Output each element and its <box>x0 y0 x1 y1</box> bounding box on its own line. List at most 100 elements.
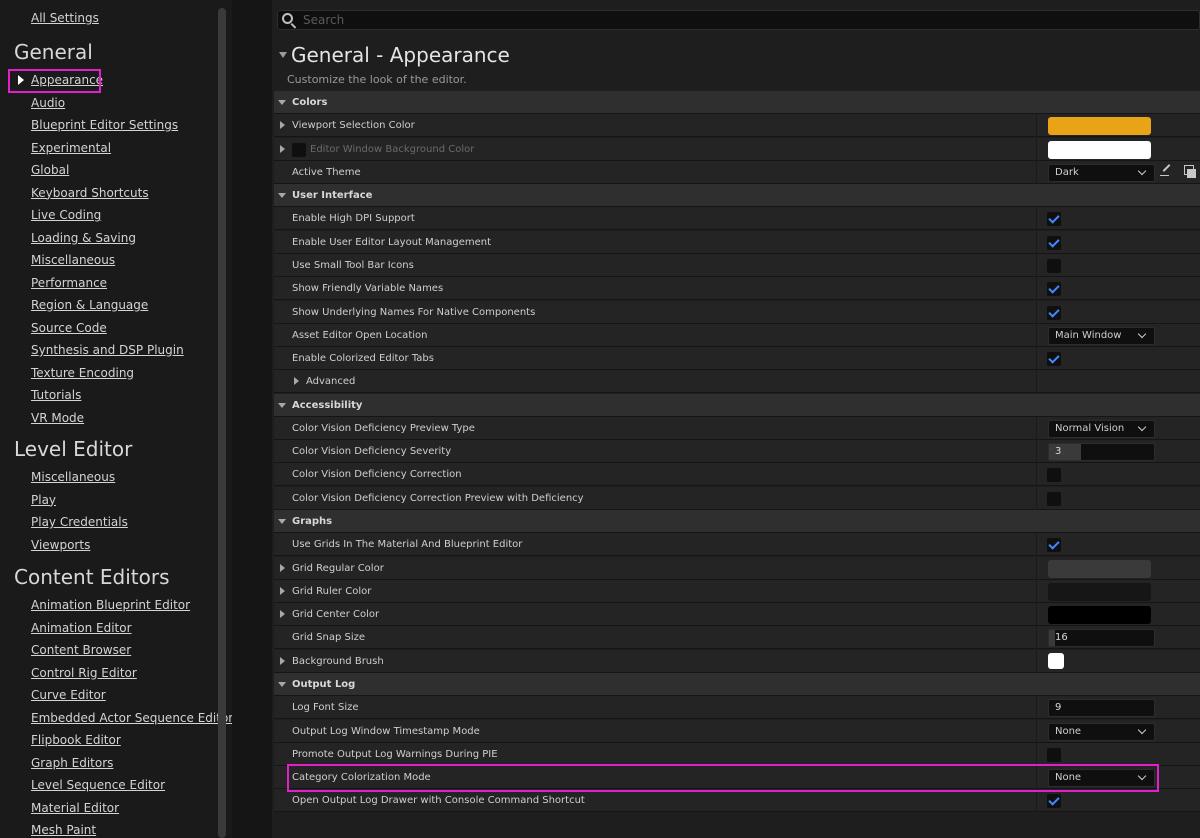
edit-pencil-base <box>1160 174 1169 176</box>
sidebar-item-texture-encoding[interactable]: Texture Encoding <box>31 364 134 382</box>
slider-fill <box>1049 444 1081 461</box>
enable-high-dpi-support-checkbox[interactable] <box>1047 212 1061 227</box>
edit-pencil-icon[interactable] <box>1162 163 1171 172</box>
column-divider <box>1036 742 1037 766</box>
grid-snap-size-slider[interactable]: 16 <box>1048 629 1155 648</box>
log-font-size-input[interactable]: 9 <box>1048 699 1155 718</box>
expand-arrow-icon[interactable] <box>280 656 285 665</box>
property-label: Grid Snap Size <box>292 632 366 644</box>
property-row-enable-high-dpi-support: Enable High DPI Support <box>274 207 1200 231</box>
search-placeholder: Search <box>303 13 345 27</box>
sidebar-item-live-coding[interactable]: Live Coding <box>31 206 101 224</box>
property-label: Colors <box>292 97 328 108</box>
category-output-log[interactable]: Output Log <box>274 673 1200 696</box>
sidebar-heading-general: General <box>14 40 93 64</box>
asset-editor-open-location-dropdown[interactable]: Main Window <box>1048 326 1155 345</box>
grid-ruler-color-swatch[interactable] <box>1048 582 1151 601</box>
grid-regular-color-swatch[interactable] <box>1048 559 1151 578</box>
sidebar-item-source-code[interactable]: Source Code <box>31 319 107 337</box>
grid-center-color-swatch[interactable] <box>1048 606 1151 625</box>
sidebar-scrollbar[interactable] <box>218 8 226 838</box>
chevron-down-icon <box>1137 329 1147 339</box>
sidebar-item-flipbook-editor[interactable]: Flipbook Editor <box>31 731 121 749</box>
expand-arrow-icon[interactable] <box>280 121 285 130</box>
category-colors[interactable]: Colors <box>274 91 1200 114</box>
background-brush-preview[interactable] <box>1048 652 1064 669</box>
expand-arrow-icon[interactable] <box>278 193 286 199</box>
column-divider <box>1036 114 1037 138</box>
sidebar-item-viewports[interactable]: Viewports <box>31 536 90 554</box>
color-vision-deficiency-preview-type-dropdown[interactable]: Normal Vision <box>1048 419 1155 438</box>
enable-colorized-editor-tabs-checkbox[interactable] <box>1047 352 1061 367</box>
enable-user-editor-layout-management-checkbox[interactable] <box>1047 235 1061 250</box>
expand-arrow-icon[interactable] <box>278 402 286 408</box>
checkmark-icon <box>1048 212 1060 225</box>
collapse-arrow-icon[interactable] <box>279 52 287 58</box>
sidebar-item-material-editor[interactable]: Material Editor <box>31 799 119 817</box>
sidebar-item-vr-mode[interactable]: VR Mode <box>31 409 84 427</box>
sidebar-item-synthesis-and-dsp-plugin[interactable]: Synthesis and DSP Plugin <box>31 341 184 359</box>
category-graphs[interactable]: Graphs <box>274 510 1200 534</box>
sidebar-item-mesh-paint[interactable]: Mesh Paint <box>31 821 96 838</box>
number-value: 9 <box>1055 702 1062 714</box>
use-grids-in-the-material-and-blueprint-editor-checkbox[interactable] <box>1047 538 1061 553</box>
sidebar-item-blueprint-editor-settings[interactable]: Blueprint Editor Settings <box>31 116 178 134</box>
sidebar-item-content-browser[interactable]: Content Browser <box>31 641 131 659</box>
sidebar-item-play-credentials[interactable]: Play Credentials <box>31 513 128 531</box>
category-accessibility[interactable]: Accessibility <box>274 393 1200 417</box>
expand-arrow-icon[interactable] <box>294 377 299 386</box>
edit-condition-checkbox[interactable] <box>292 142 306 157</box>
expand-arrow-icon[interactable] <box>278 682 286 687</box>
column-divider <box>1036 696 1037 720</box>
sidebar-item-level-sequence-editor[interactable]: Level Sequence Editor <box>31 776 165 794</box>
sidebar-item-keyboard-shortcuts[interactable]: Keyboard Shortcuts <box>31 184 149 202</box>
checkmark-icon <box>1048 538 1060 550</box>
color-vision-deficiency-severity-slider[interactable]: 3 <box>1048 443 1155 462</box>
sidebar-item-graph-editors[interactable]: Graph Editors <box>31 754 113 772</box>
column-divider <box>1036 416 1037 440</box>
expand-arrow-icon[interactable] <box>278 100 286 105</box>
sidebar-item-control-rig-editor[interactable]: Control Rig Editor <box>31 664 137 682</box>
sidebar-item-loading-and-saving[interactable]: Loading & Saving <box>31 229 136 247</box>
expand-arrow-icon[interactable] <box>280 144 285 153</box>
color-vision-deficiency-correction-checkbox[interactable] <box>1047 468 1061 483</box>
property-label: Color Vision Deficiency Correction Previ… <box>292 492 584 504</box>
show-friendly-variable-names-checkbox[interactable] <box>1047 282 1061 297</box>
sidebar-item-play[interactable]: Play <box>31 491 56 509</box>
sidebar-item-miscellaneous[interactable]: Miscellaneous <box>31 468 115 486</box>
sidebar-item-animation-blueprint-editor[interactable]: Animation Blueprint Editor <box>31 596 190 614</box>
use-small-tool-bar-icons-checkbox[interactable] <box>1047 258 1061 273</box>
category-user-interface[interactable]: User Interface <box>274 184 1200 208</box>
property-row-grid-regular-color: Grid Regular Color <box>274 556 1200 580</box>
sidebar-item-region-and-language[interactable]: Region & Language <box>31 296 148 314</box>
property-row-grid-ruler-color: Grid Ruler Color <box>274 579 1200 603</box>
sidebar-all-settings[interactable]: All Settings <box>31 9 99 27</box>
sidebar-item-embedded-actor-sequence-editor[interactable]: Embedded Actor Sequence Editor <box>31 709 232 727</box>
sidebar-item-miscellaneous[interactable]: Miscellaneous <box>31 251 115 269</box>
promote-output-log-warnings-during-pie-checkbox[interactable] <box>1047 747 1061 762</box>
sidebar-item-experimental[interactable]: Experimental <box>31 139 111 157</box>
sidebar-item-animation-editor[interactable]: Animation Editor <box>31 619 132 637</box>
sidebar-item-tutorials[interactable]: Tutorials <box>31 386 81 404</box>
viewport-selection-color-swatch[interactable] <box>1048 117 1151 136</box>
settings-sidebar: All Settings General Appearance Audio Bluep… <box>0 0 232 838</box>
output-log-window-timestamp-mode-dropdown[interactable]: None <box>1048 722 1155 741</box>
open-output-log-drawer-with-console-command-shortcut-checkbox[interactable] <box>1047 794 1061 809</box>
sidebar-item-performance[interactable]: Performance <box>31 274 107 292</box>
expand-arrow-icon[interactable] <box>280 563 285 572</box>
expand-arrow-icon[interactable] <box>280 586 285 595</box>
active-theme-dropdown[interactable]: Dark <box>1048 163 1155 182</box>
property-label: Advanced <box>306 376 356 388</box>
column-divider <box>1036 719 1037 743</box>
color-vision-deficiency-correction-preview-with-deficiency-checkbox[interactable] <box>1047 491 1061 506</box>
sidebar-item-audio[interactable]: Audio <box>31 94 65 112</box>
editor-window-background-color-swatch[interactable] <box>1048 140 1151 159</box>
sidebar-item-global[interactable]: Global <box>31 161 69 179</box>
search-input[interactable] <box>277 10 1200 30</box>
expand-arrow-icon[interactable] <box>280 610 285 619</box>
expand-arrow-icon[interactable] <box>278 519 286 525</box>
sidebar-item-curve-editor[interactable]: Curve Editor <box>31 686 106 704</box>
show-underlying-names-for-native-components-checkbox[interactable] <box>1047 305 1061 320</box>
property-label: Graphs <box>292 516 333 528</box>
property-row-editor-window-background-color: Editor Window Background Color <box>274 137 1200 161</box>
